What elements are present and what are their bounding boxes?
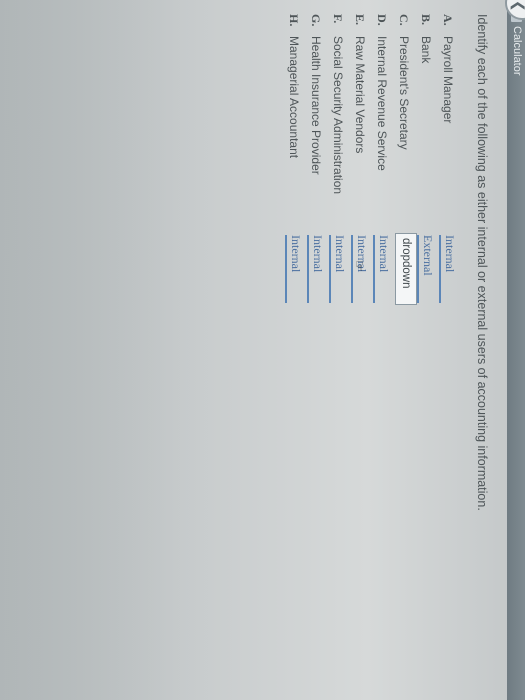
list-item: G. Health Insurance Provider	[305, 14, 327, 194]
list-item: H. Managerial Accountant	[283, 14, 305, 194]
answer-select-g[interactable]: Internal	[307, 235, 329, 303]
answer-select-b[interactable]: External	[417, 235, 439, 303]
item-label: Raw Material Vendors	[353, 36, 367, 154]
item-letter: D.	[375, 14, 390, 26]
item-list: A. Payroll Manager B. Bank C. President's S…	[283, 14, 459, 194]
item-label: President's Secretary	[397, 36, 411, 150]
item-letter: B.	[419, 14, 434, 26]
list-item: A. Payroll Manager	[437, 14, 459, 194]
list-item: B. Bank	[415, 14, 437, 194]
item-letter: A.	[441, 14, 456, 26]
list-item: F. Social Security Administration	[327, 14, 349, 194]
item-label: Health Insurance Provider	[309, 36, 323, 175]
answer-select-f[interactable]: Internal	[329, 235, 351, 303]
answer-column: Internal External dropdown Internal Inte…	[285, 233, 461, 305]
answer-dropdown-c[interactable]: dropdown	[395, 233, 417, 305]
rotated-screen: Calculator ❮ Identify each of the follow…	[0, 0, 525, 700]
hand-cursor-icon: ☞	[352, 260, 367, 272]
item-label: Social Security Administration	[331, 36, 345, 195]
item-letter: C.	[397, 14, 412, 26]
answer-select-h[interactable]: Internal	[285, 235, 307, 303]
top-toolbar: Calculator	[507, 0, 525, 700]
item-label: Payroll Manager	[441, 36, 455, 124]
list-item: E. Raw Material Vendors	[349, 14, 371, 194]
item-label: Bank	[419, 36, 433, 64]
answer-select-a[interactable]: Internal	[439, 235, 461, 303]
question-instruction: Identify each of the following as either…	[475, 14, 489, 511]
answer-select-d[interactable]: Internal	[373, 235, 395, 303]
item-letter: F.	[331, 14, 346, 24]
item-label: Internal Revenue Service	[375, 36, 389, 171]
list-item: D. Internal Revenue Service	[371, 14, 393, 194]
list-item: C. President's Secretary	[393, 14, 415, 194]
item-letter: E.	[353, 14, 368, 26]
item-letter: H.	[287, 14, 302, 27]
chevron-left-icon: ❮	[510, 0, 525, 12]
calculator-label[interactable]: Calculator	[511, 26, 523, 76]
item-letter: G.	[309, 14, 324, 27]
item-label: Managerial Accountant	[287, 36, 301, 159]
